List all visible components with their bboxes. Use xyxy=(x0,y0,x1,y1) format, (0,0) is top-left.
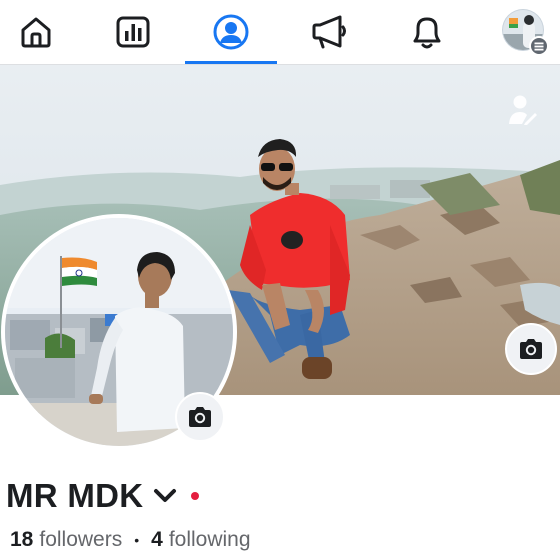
profile-page: MR MDK 18 followers • 4 following xyxy=(0,0,560,560)
person-edit-icon xyxy=(509,95,537,125)
profile-stats: 18 followers • 4 following xyxy=(10,525,251,555)
feeds-icon xyxy=(116,16,150,48)
followers-link[interactable]: 18 followers xyxy=(10,528,122,552)
chevron-down-icon[interactable] xyxy=(153,488,177,504)
profile-name: MR MDK xyxy=(6,477,144,514)
status-dot xyxy=(191,492,200,500)
nav-feeds[interactable] xyxy=(87,0,179,64)
edit-profile-picture-button[interactable] xyxy=(175,392,225,442)
menu-avatar-icon xyxy=(502,9,549,56)
top-navigation xyxy=(0,0,560,65)
followers-count: 18 xyxy=(10,528,34,551)
following-link[interactable]: 4 following xyxy=(151,528,250,552)
following-label: following xyxy=(168,528,251,551)
camera-icon xyxy=(189,407,211,427)
followers-label: followers xyxy=(39,528,123,551)
megaphone-icon xyxy=(312,15,346,49)
home-icon xyxy=(21,17,51,48)
bell-icon xyxy=(413,17,441,49)
edit-cover-photo-button[interactable] xyxy=(505,323,557,375)
nav-menu[interactable] xyxy=(479,0,560,64)
following-count: 4 xyxy=(151,528,163,551)
nav-profile[interactable] xyxy=(185,0,277,64)
stats-separator: • xyxy=(134,532,140,548)
nav-bell[interactable] xyxy=(381,0,473,64)
profile-name-row: MR MDK xyxy=(6,474,200,518)
camera-icon xyxy=(520,339,542,359)
cover-person-edit[interactable] xyxy=(508,93,538,127)
nav-home[interactable] xyxy=(0,0,82,64)
nav-notifications-megaphone[interactable] xyxy=(283,0,375,64)
profile-icon xyxy=(213,14,249,50)
